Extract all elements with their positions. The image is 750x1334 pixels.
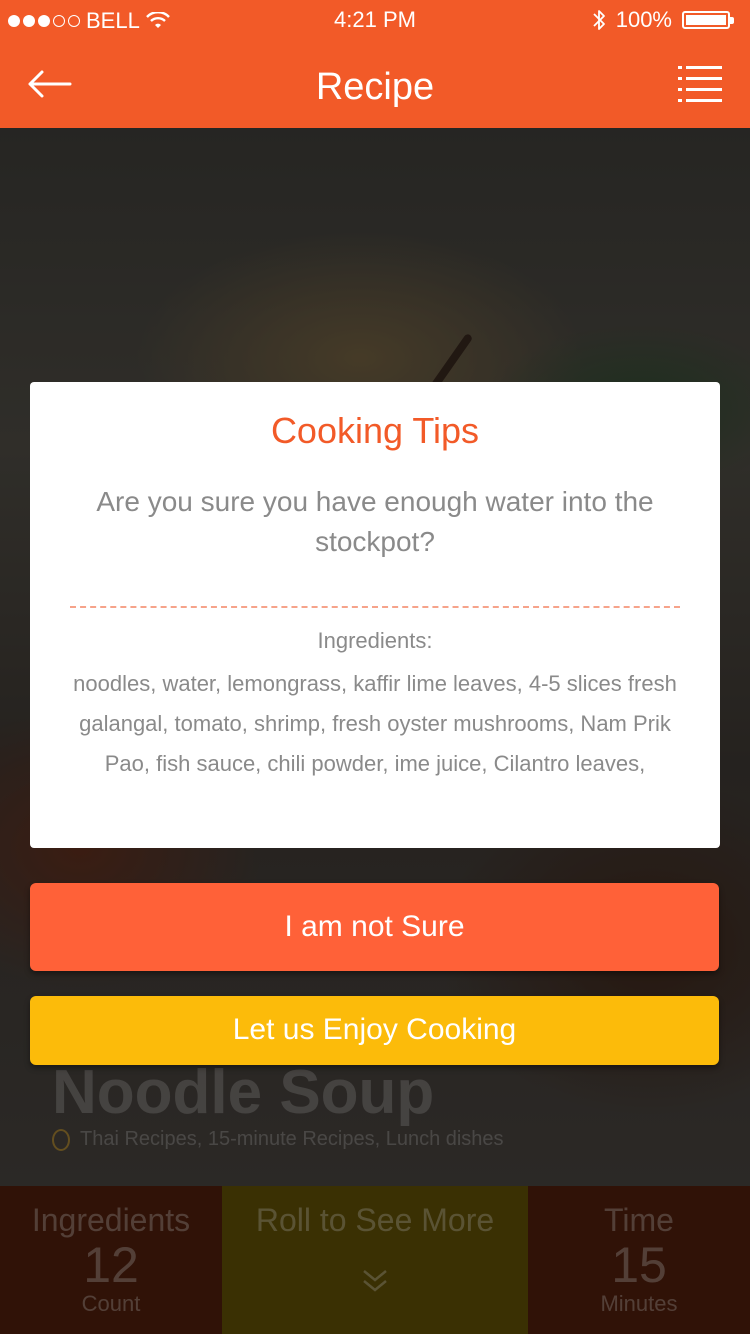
ingredients-list: noodles, water, lemongrass, kaffir lime … — [73, 671, 677, 776]
cooking-tips-dialog: Cooking Tips Are you sure you have enoug… — [30, 382, 720, 848]
nav-bar: Recipe — [0, 40, 750, 128]
status-right: 100% — [592, 7, 734, 33]
dialog-title: Cooking Tips — [270, 410, 480, 451]
menu-button[interactable] — [678, 64, 722, 104]
not-sure-button[interactable]: I am not Sure — [30, 883, 719, 971]
menu-list-icon — [678, 66, 722, 102]
enjoy-cooking-button[interactable]: Let us Enjoy Cooking — [30, 996, 719, 1065]
dashed-divider — [70, 606, 680, 608]
status-bar: BELL 4:21 PM 100% — [0, 0, 750, 40]
ingredients-heading: Ingredients: — [317, 628, 433, 653]
dialog-question: Are you sure you have enough water into … — [96, 486, 654, 557]
bluetooth-icon — [593, 10, 605, 30]
battery-icon — [682, 11, 734, 29]
battery-percent: 100% — [615, 7, 672, 32]
page-title: Recipe — [315, 66, 435, 108]
